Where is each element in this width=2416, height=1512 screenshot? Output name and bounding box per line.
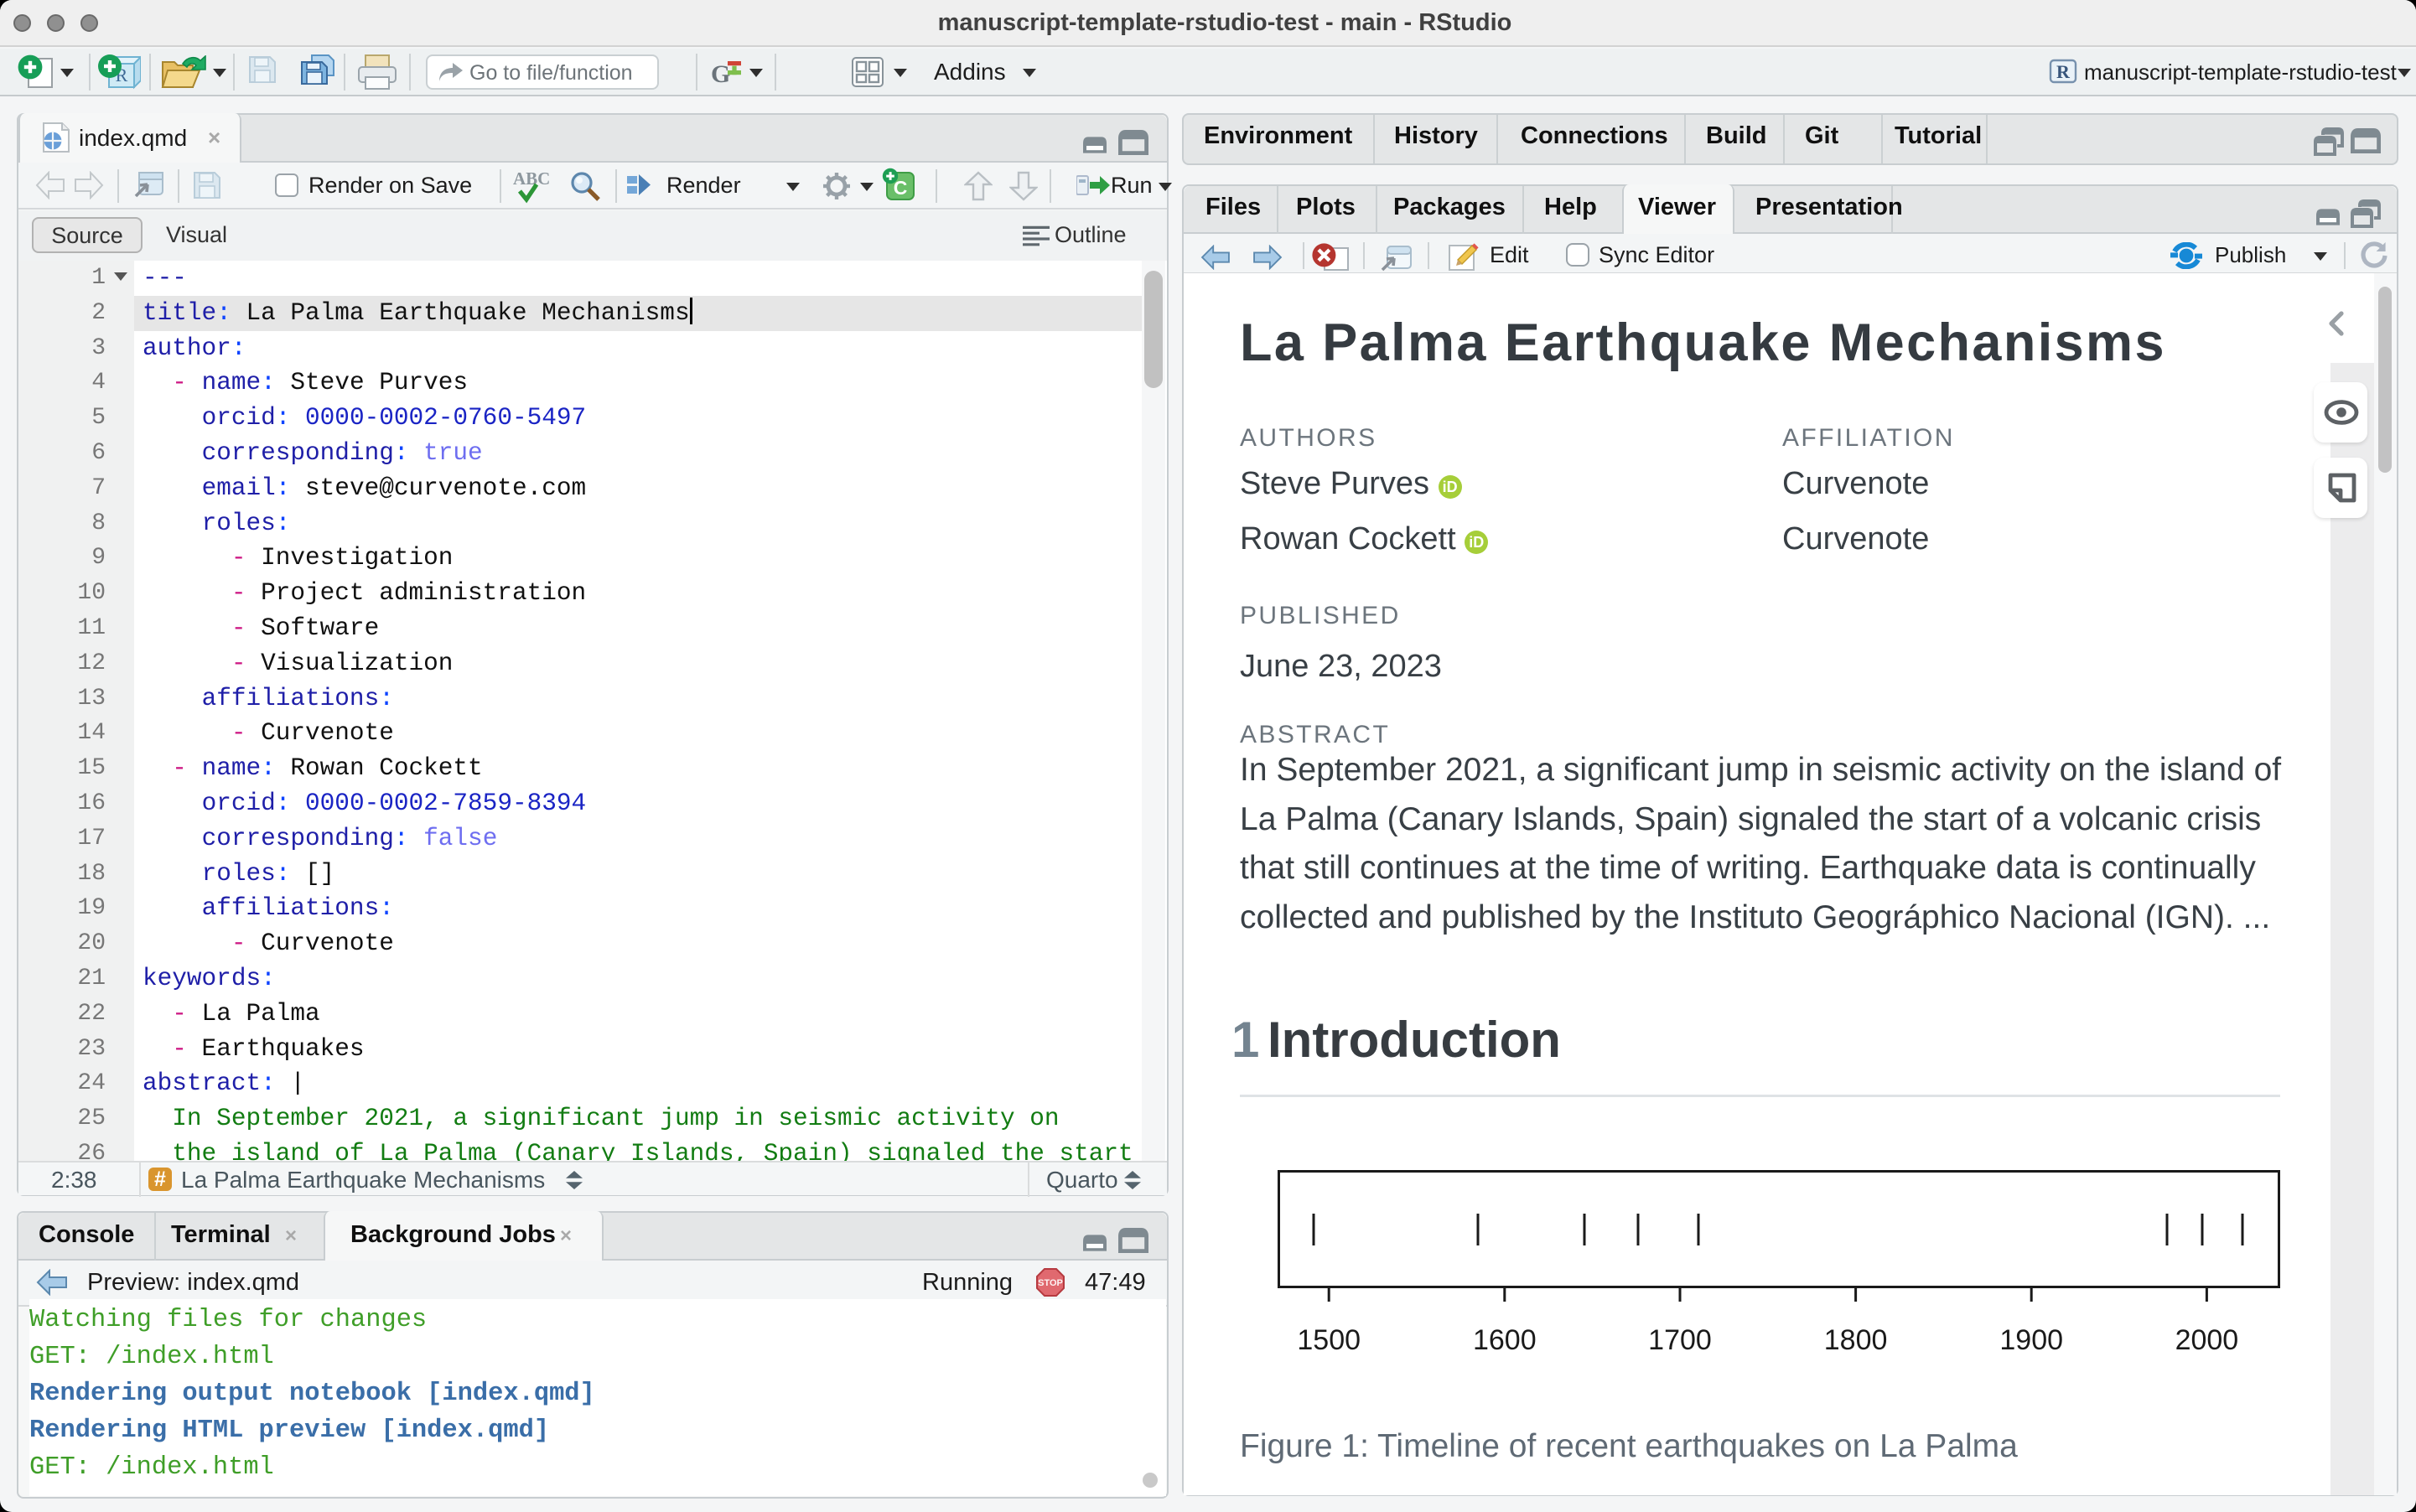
svg-text:1800: 1800 [1824, 1324, 1888, 1356]
svg-text:G: G [711, 60, 730, 88]
svg-text:STOP: STOP [1038, 1278, 1063, 1288]
svg-text:1900: 1900 [1999, 1324, 2063, 1356]
svg-text:1500: 1500 [1297, 1324, 1361, 1356]
svg-text:ABC: ABC [513, 168, 550, 189]
svg-text:2000: 2000 [2175, 1324, 2239, 1356]
svg-text:1700: 1700 [1648, 1324, 1712, 1356]
svg-text:1600: 1600 [1473, 1324, 1537, 1356]
svg-text:R: R [2056, 61, 2071, 82]
